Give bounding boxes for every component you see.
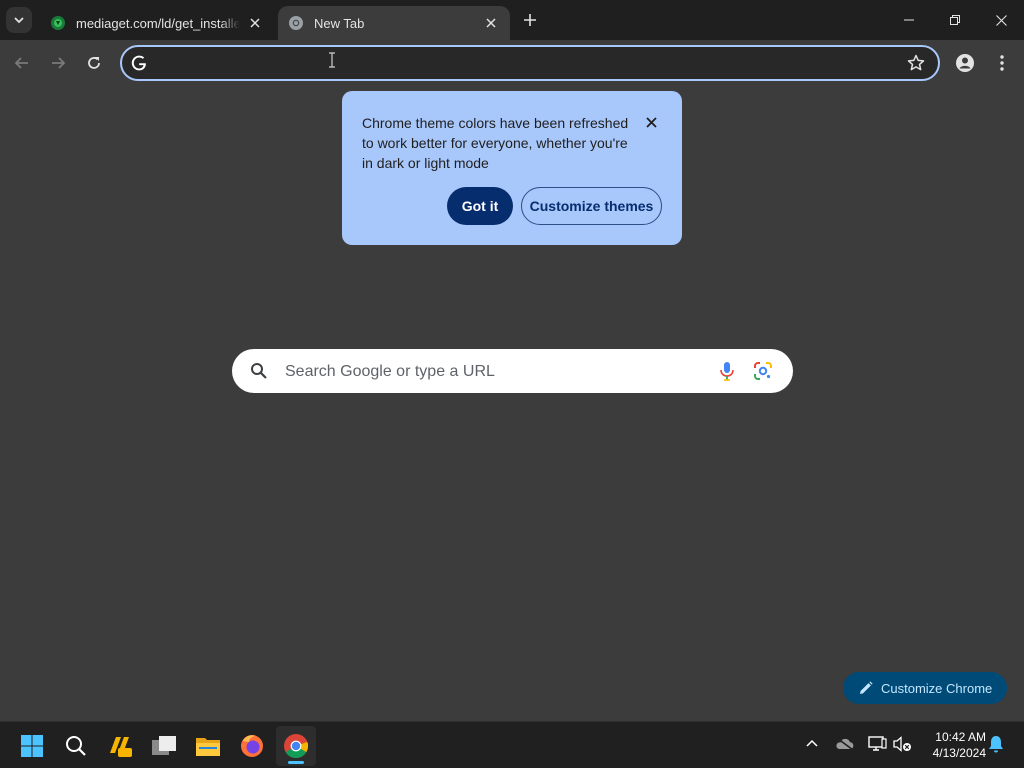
address-bar[interactable] <box>120 45 940 81</box>
notifications-button[interactable] <box>984 732 1008 756</box>
profile-icon <box>956 54 974 72</box>
volume-tray[interactable] <box>890 732 914 756</box>
customize-themes-button[interactable]: Customize themes <box>521 187 662 225</box>
tab-title: New Tab <box>314 15 365 31</box>
clock-time: 10:42 AM <box>935 730 986 744</box>
start-icon <box>21 735 43 757</box>
customize-chrome-label: Customize Chrome <box>881 680 993 696</box>
plus-icon <box>524 14 536 26</box>
clock-date: 4/13/2024 <box>932 746 986 760</box>
bookmark-star-icon[interactable] <box>906 53 926 73</box>
chrome-favicon <box>288 15 304 31</box>
ntp-search-box[interactable] <box>232 349 793 393</box>
address-input[interactable] <box>156 52 900 76</box>
forward-button[interactable] <box>46 51 70 75</box>
close-tab-icon[interactable] <box>482 14 500 32</box>
reload-icon <box>88 57 100 69</box>
google-g-icon <box>130 54 148 72</box>
kebab-menu-icon <box>1000 55 1004 71</box>
network-tray[interactable] <box>865 732 889 756</box>
search-icon <box>251 363 267 379</box>
tab-mediaget[interactable]: mediaget.com/ld/get_installer.php <box>40 6 274 40</box>
restore-button[interactable] <box>932 0 978 40</box>
taskbar: 10:42 AM 4/13/2024 <box>0 721 1024 768</box>
reload-button[interactable] <box>82 51 106 75</box>
customize-chrome-button[interactable]: Customize Chrome <box>843 672 1007 704</box>
microphone-icon[interactable] <box>716 360 738 382</box>
got-it-button[interactable]: Got it <box>447 187 513 225</box>
onedrive-tray[interactable] <box>833 732 857 756</box>
text-cursor-icon <box>329 52 335 68</box>
close-window-button[interactable] <box>978 0 1024 40</box>
start-button[interactable] <box>12 726 52 766</box>
app-pre-icon <box>110 737 132 757</box>
close-tab-icon[interactable] <box>246 14 264 32</box>
minimize-button[interactable] <box>886 0 932 40</box>
arrow-right-icon <box>52 57 66 69</box>
theme-refresh-bubble: Chrome theme colors have been refreshed … <box>342 91 682 245</box>
tab-search-button[interactable] <box>6 7 32 33</box>
bell-icon <box>989 736 1003 753</box>
taskbar-search-button[interactable] <box>56 726 96 766</box>
tab-new-tab[interactable]: New Tab <box>278 6 510 40</box>
new-tab-button[interactable] <box>518 8 542 32</box>
active-app-indicator <box>288 761 304 764</box>
toolbar <box>0 40 1024 86</box>
onedrive-offline-icon <box>836 737 854 751</box>
tab-strip: mediaget.com/ld/get_installer.php New Ta… <box>0 0 1024 40</box>
chrome-icon <box>284 734 309 758</box>
search-icon <box>66 736 86 756</box>
chevron-up-icon <box>806 739 818 747</box>
file-explorer-icon <box>196 738 220 756</box>
pencil-icon <box>860 681 873 694</box>
restore-icon <box>950 15 960 25</box>
task-view-button[interactable] <box>144 726 184 766</box>
taskbar-firefox[interactable] <box>232 726 272 766</box>
chevron-down-icon <box>14 17 24 24</box>
profile-button[interactable] <box>953 51 977 75</box>
mediaget-favicon <box>50 15 66 31</box>
taskbar-app-pre[interactable] <box>100 726 140 766</box>
network-icon <box>868 736 887 751</box>
volume-muted-icon <box>893 736 911 752</box>
task-view-icon <box>152 736 176 755</box>
minimize-icon <box>904 19 914 21</box>
bubble-message: Chrome theme colors have been refreshed … <box>362 115 629 171</box>
ntp-search-input[interactable] <box>283 360 707 384</box>
arrow-left-icon <box>14 57 28 69</box>
tab-title: mediaget.com/ld/get_installer.php <box>76 15 240 31</box>
firefox-icon <box>241 735 263 757</box>
menu-button[interactable] <box>990 51 1014 75</box>
taskbar-file-explorer[interactable] <box>188 726 228 766</box>
show-hidden-icons-button[interactable] <box>800 732 824 756</box>
taskbar-chrome[interactable] <box>276 726 316 766</box>
taskbar-clock[interactable]: 10:42 AM 4/13/2024 <box>918 729 986 761</box>
google-lens-icon[interactable] <box>752 360 774 382</box>
bubble-close-icon[interactable] <box>642 113 660 131</box>
close-icon <box>995 14 1007 26</box>
back-button[interactable] <box>10 51 34 75</box>
